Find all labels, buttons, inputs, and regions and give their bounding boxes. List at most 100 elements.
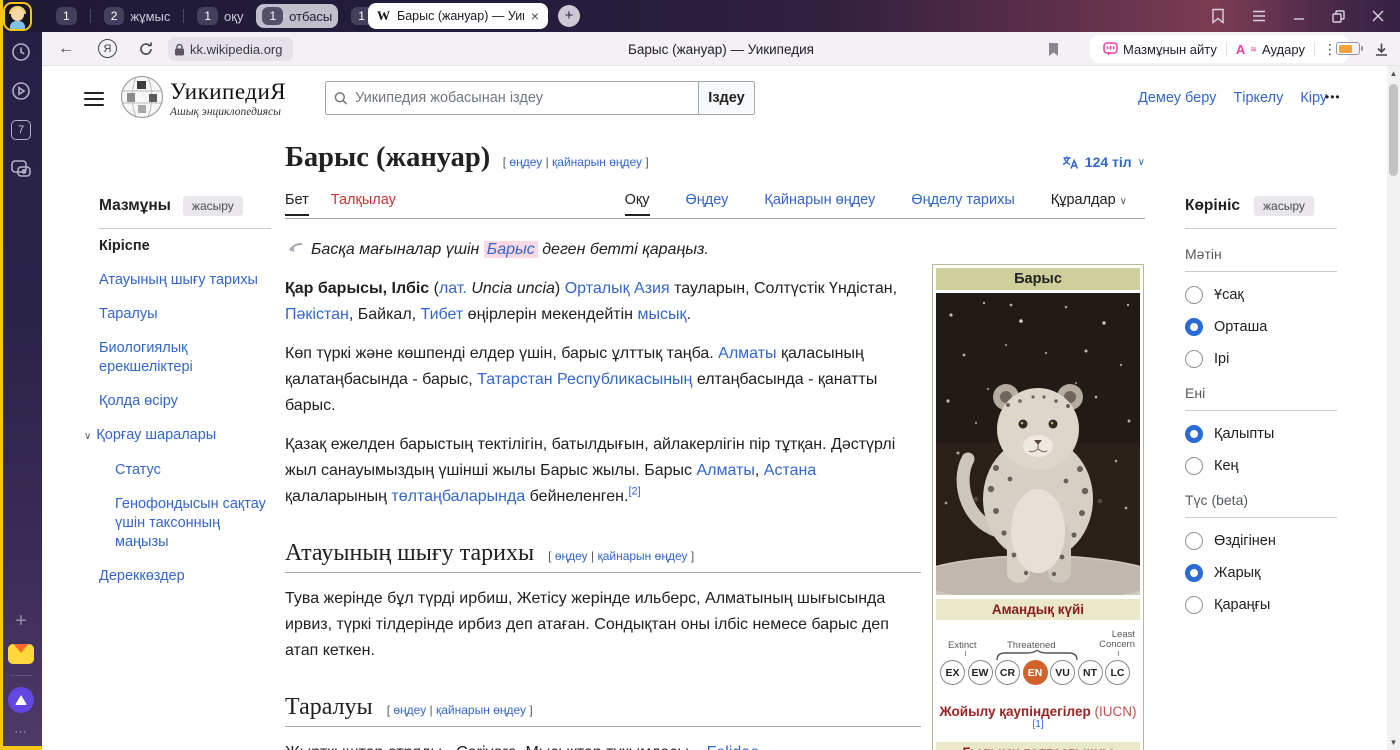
tab-group-study[interactable]: 1 оқу <box>191 4 249 28</box>
option-color-dark[interactable]: Қараңғы <box>1185 596 1337 614</box>
tab-read[interactable]: Оқу <box>625 192 650 216</box>
user-menu-icon[interactable]: ••• <box>1325 90 1341 104</box>
browser-menu-icon[interactable] <box>1252 10 1266 22</box>
option-text-standard[interactable]: Орташа <box>1185 318 1337 336</box>
download-icon[interactable] <box>1374 32 1389 66</box>
register-link[interactable]: Тіркелу <box>1233 90 1283 106</box>
toc-item-captivity[interactable]: Қолда өсіру <box>99 384 271 418</box>
iucn-link[interactable]: (IUCN) <box>1094 704 1136 719</box>
radio-unselected[interactable] <box>1185 286 1203 304</box>
toc-item-etymology[interactable]: Атауының шығу тарихы <box>99 263 271 297</box>
tab-page[interactable]: Бет <box>285 192 309 216</box>
section-edit-source-link[interactable]: қайнарын өңдеу <box>597 549 687 563</box>
tab-edit-source[interactable]: Қайнарын өңдеу <box>764 192 875 216</box>
history-icon[interactable] <box>9 40 33 64</box>
radio-unselected[interactable] <box>1185 532 1203 550</box>
read-aloud-button[interactable]: Мазмұнын айту <box>1094 35 1226 63</box>
section-edit-link[interactable]: өңдеу <box>555 549 588 563</box>
appearance-hide-button[interactable]: жасыру <box>1254 196 1314 216</box>
status-code: NT <box>1078 660 1103 685</box>
tab-close-icon[interactable]: × <box>531 8 539 24</box>
scrollbar[interactable]: ▲ ▼ <box>1387 66 1400 750</box>
screenshot-icon[interactable] <box>9 157 33 181</box>
intro-paragraph: Қазақ ежелден барыстың тектілігін, батыл… <box>285 432 921 510</box>
search-button[interactable]: Іздеу <box>698 81 755 115</box>
option-color-light[interactable]: Жарық <box>1185 564 1337 582</box>
radio-selected[interactable] <box>1185 425 1203 443</box>
edit-link[interactable]: өңдеу <box>509 155 542 169</box>
tab-group-collapsed[interactable]: 1 <box>50 4 83 28</box>
yandex-search-icon[interactable]: Я <box>98 39 117 58</box>
option-text-large[interactable]: Ірі <box>1185 350 1337 368</box>
radio-selected[interactable] <box>1185 318 1203 336</box>
reload-icon[interactable] <box>138 32 154 66</box>
new-tab-button[interactable]: + <box>558 5 580 27</box>
conservation-status-scale: Extinct Threatened Least Concern EX EW C… <box>938 624 1138 702</box>
url-pill[interactable]: kk.wikipedia.org <box>168 37 293 61</box>
option-color-auto[interactable]: Өздігінен <box>1185 532 1337 550</box>
section-heading-etymology: Атауының шығу тарихы [ өңдеу | қайнарын … <box>285 540 921 573</box>
section-heading-distribution: Таралуы [ өңдеу | қайнарын өңдеу ] <box>285 694 921 727</box>
address-bar: ← Я kk.wikipedia.org Барыс (жануар) — Уи… <box>42 32 1400 66</box>
translate-button[interactable]: А≋ Аудару <box>1227 35 1314 63</box>
tab-counter-badge[interactable]: 7 <box>9 118 33 142</box>
profile-avatar[interactable] <box>3 2 32 31</box>
toc-item-protection[interactable]: ∨Қорғау шаралары <box>84 418 271 453</box>
wikipedia-logo[interactable] <box>120 75 164 124</box>
chevron-down-icon[interactable]: ∨ <box>84 431 91 442</box>
video-play-icon[interactable] <box>9 79 33 103</box>
snow-leopard-photo[interactable] <box>936 293 1140 595</box>
wiki-search: Іздеу <box>325 81 755 115</box>
scroll-down-icon[interactable]: ▼ <box>1389 738 1398 747</box>
radio-selected[interactable] <box>1185 564 1203 582</box>
toc-item-genofund[interactable]: Генофондысын сақтау үшін таксонның маңыз… <box>99 487 271 559</box>
section-edit-link[interactable]: өңдеу <box>393 703 426 717</box>
toc-item-intro[interactable]: Кіріспе <box>99 229 271 263</box>
tab-bar: 1 2 жұмыс 1 оқу 1 отбасы 1 хобби ∨ <box>0 0 1400 32</box>
toc-item-distribution[interactable]: Таралуы <box>99 297 271 331</box>
toc-hide-button[interactable]: жасыру <box>183 196 243 216</box>
edit-source-link[interactable]: қайнарын өңдеу <box>552 155 642 169</box>
donate-link[interactable]: Демеу беру <box>1138 90 1216 106</box>
wiki-search-input[interactable] <box>355 90 690 106</box>
restore-icon[interactable] <box>1332 10 1345 23</box>
active-tab[interactable]: W Барыс (жануар) — Уик × <box>368 3 548 29</box>
tab-history[interactable]: Өңделу тарихы <box>911 192 1014 216</box>
section-paragraph: Тува жерінде бұл түрді ирбиш, Жетісу жер… <box>285 586 921 664</box>
tab-edit[interactable]: Өңдеу <box>686 192 729 216</box>
wikipedia-wordmark[interactable]: УикипедиЯ Ашық энциклопедиясы <box>170 79 286 118</box>
scroll-up-icon[interactable]: ▲ <box>1389 69 1398 78</box>
threatened-brace <box>995 650 1079 660</box>
main-menu-icon[interactable] <box>84 92 104 106</box>
tab-group-family-active[interactable]: 1 отбасы <box>256 4 338 28</box>
mail-icon[interactable] <box>8 644 34 664</box>
bookmark-icon[interactable] <box>1047 32 1060 66</box>
radio-unselected[interactable] <box>1185 457 1203 475</box>
scrollbar-thumb[interactable] <box>1389 84 1398 176</box>
reference-link[interactable]: [1] <box>1032 719 1043 730</box>
battery-icon[interactable] <box>1336 42 1360 55</box>
option-width-standard[interactable]: Қалыпты <box>1185 425 1337 443</box>
radio-unselected[interactable] <box>1185 596 1203 614</box>
minimize-icon[interactable] <box>1293 10 1305 22</box>
status-code-active: EN <box>1023 660 1048 685</box>
tab-talk[interactable]: Талқылау <box>331 192 396 214</box>
title-row: Барыс (жануар) [ өңдеу | қайнарын өңдеу … <box>285 142 1145 188</box>
tab-group-work[interactable]: 2 жұмыс <box>98 4 177 28</box>
alice-assistant-icon[interactable] <box>8 687 34 713</box>
tab-tools[interactable]: Құралдар ∨ <box>1051 192 1127 216</box>
back-icon[interactable]: ← <box>58 32 74 66</box>
side-panel-icon[interactable] <box>1211 8 1225 24</box>
sidebar-add-icon[interactable]: + <box>15 610 27 633</box>
section-edit-source-link[interactable]: қайнарын өңдеу <box>436 703 526 717</box>
toc-item-biology[interactable]: Биологиялық ерекшеліктері <box>99 331 271 384</box>
login-link[interactable]: Кіру <box>1300 90 1327 106</box>
option-text-small[interactable]: Ұсақ <box>1185 286 1337 304</box>
close-icon[interactable] <box>1372 10 1384 22</box>
sidebar-more-icon[interactable]: ⋯ <box>14 724 28 740</box>
toc-item-status[interactable]: Статус <box>99 453 271 487</box>
option-width-wide[interactable]: Кең <box>1185 457 1337 475</box>
language-selector[interactable]: 124 тіл ∨ <box>1062 154 1145 170</box>
toc-item-references[interactable]: Дереккөздер <box>99 559 271 593</box>
radio-unselected[interactable] <box>1185 350 1203 368</box>
